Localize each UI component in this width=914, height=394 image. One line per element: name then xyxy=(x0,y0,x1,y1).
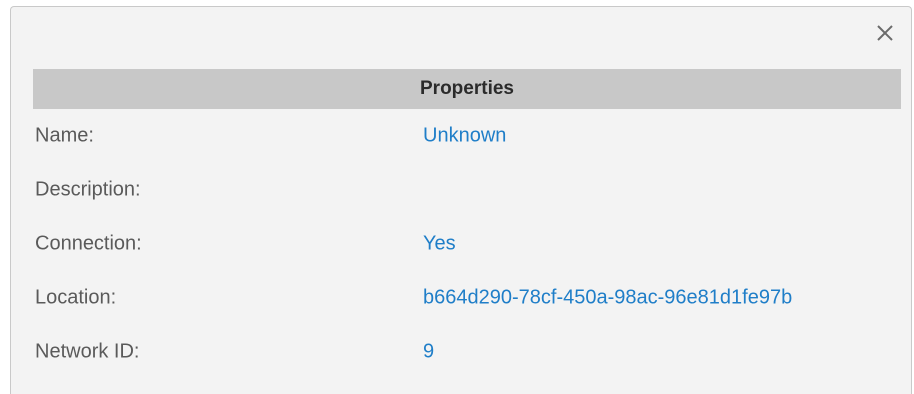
property-row-location: Location: b664d290-78cf-450a-98ac-96e81d… xyxy=(11,271,911,325)
property-value: Unknown xyxy=(423,124,507,147)
property-row-name: Name: Unknown xyxy=(11,109,911,163)
property-label: Location: xyxy=(35,286,117,309)
properties-dialog: Properties Name: Unknown Description: Co… xyxy=(10,6,912,394)
property-row-description: Description: xyxy=(11,163,911,217)
close-button[interactable] xyxy=(873,21,897,45)
property-label: Description: xyxy=(35,178,141,201)
property-label: Name: xyxy=(35,124,94,147)
property-value: 9 xyxy=(423,340,435,363)
close-icon xyxy=(877,25,893,41)
property-value: b664d290-78cf-450a-98ac-96e81d1fe97b xyxy=(423,286,793,309)
property-label: Network ID: xyxy=(35,340,140,363)
property-label: Connection: xyxy=(35,232,142,255)
properties-header: Properties xyxy=(33,69,901,109)
property-row-connection: Connection: Yes xyxy=(11,217,911,271)
property-value: Yes xyxy=(423,232,456,255)
property-row-network-id: Network ID: 9 xyxy=(11,325,911,379)
properties-list: Name: Unknown Description: Connection: Y… xyxy=(11,109,911,379)
